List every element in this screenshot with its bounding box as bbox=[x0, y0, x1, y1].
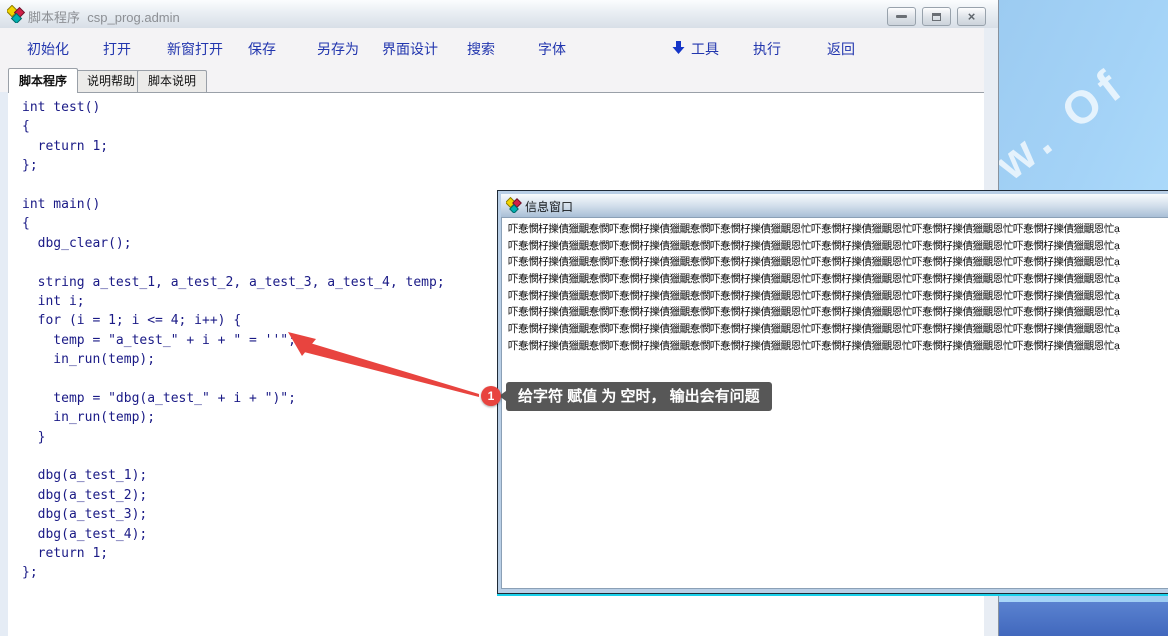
minimize-button[interactable] bbox=[887, 7, 916, 26]
window-title: 脚本程序 csp_prog.admin bbox=[28, 7, 180, 26]
code-line: int test() bbox=[22, 98, 984, 117]
dialog-titlebar[interactable]: 信息窗口 bbox=[501, 194, 1168, 217]
output-line: 吓惷憫杍擽債獵覼惷憫吓惷憫杍擽債獵覼惷憫吓惷憫杍擽債獵覼恩忙吓惷憫杍擽債獵覼恩忙… bbox=[508, 271, 1168, 288]
wallpaper-watermark: w. Of bbox=[998, 0, 1168, 191]
code-line: }; bbox=[22, 156, 984, 175]
app-icon bbox=[7, 5, 25, 28]
dialog-title: 信息窗口 bbox=[525, 198, 573, 215]
close-icon: × bbox=[968, 10, 976, 23]
window-left-border bbox=[0, 92, 8, 636]
annotation-badge: 1 bbox=[481, 386, 501, 406]
output-line: 吓惷憫杍擽債獵覼惷憫吓惷憫杍擽債獵覼惷憫吓惷憫杍擽債獵覼恩忙吓惷憫杍擽債獵覼恩忙… bbox=[508, 254, 1168, 271]
annotation-tooltip: 给字符 赋值 为 空时， 输出会有问题 bbox=[506, 382, 772, 411]
toolbar-button-open[interactable]: 打开 bbox=[103, 39, 131, 59]
toolbar: 初始化 打开 新窗打开 保存 另存为 界面设计 搜索 字体 工具 执行 返回 bbox=[0, 28, 998, 66]
window-controls: × bbox=[887, 7, 986, 26]
toolbar-button-tools[interactable]: 工具 bbox=[691, 39, 719, 59]
toolbar-button-save[interactable]: 保存 bbox=[248, 39, 276, 59]
toolbar-button-init[interactable]: 初始化 bbox=[27, 39, 69, 59]
code-line: return 1; bbox=[22, 137, 984, 156]
background-window bbox=[995, 602, 1168, 636]
toolbar-button-save-as[interactable]: 另存为 bbox=[317, 39, 359, 59]
output-line: 吓惷憫杍擽債獵覼惷憫吓惷憫杍擽債獵覼惷憫吓惷憫杍擽債獵覼恩忙吓惷憫杍擽債獵覼恩忙… bbox=[508, 321, 1168, 338]
restore-icon bbox=[932, 13, 941, 21]
toolbar-button-open-new[interactable]: 新窗打开 bbox=[167, 39, 223, 59]
minimize-icon bbox=[896, 15, 907, 18]
toolbar-button-run[interactable]: 执行 bbox=[753, 39, 781, 59]
toolbar-button-search[interactable]: 搜索 bbox=[467, 39, 495, 59]
window-title-document: csp_prog.admin bbox=[87, 10, 180, 25]
dialog-bottom-edge bbox=[497, 594, 1168, 596]
close-button[interactable]: × bbox=[957, 7, 986, 26]
toolbar-button-font[interactable]: 字体 bbox=[538, 39, 566, 59]
tab-help[interactable]: 说明帮助 bbox=[76, 70, 146, 92]
output-line: 吓惷憫杍擽債獵覼惷憫吓惷憫杍擽債獵覼惷憫吓惷憫杍擽債獵覼恩忙吓惷憫杍擽債獵覼恩忙… bbox=[508, 304, 1168, 321]
toolbar-button-back[interactable]: 返回 bbox=[827, 39, 855, 59]
blue-down-arrow-icon bbox=[672, 40, 685, 60]
output-line: 吓惷憫杍擽債獵覼惷憫吓惷憫杍擽債獵覼惷憫吓惷憫杍擽債獵覼恩忙吓惷憫杍擽債獵覼恩忙… bbox=[508, 238, 1168, 255]
output-line: 吓惷憫杍擽債獵覼惷憫吓惷憫杍擽債獵覼惷憫吓惷憫杍擽債獵覼恩忙吓惷憫杍擽債獵覼恩忙… bbox=[508, 221, 1168, 238]
tab-script-notes[interactable]: 脚本说明 bbox=[137, 70, 207, 92]
output-line: 吓惷憫杍擽債獵覼惷憫吓惷憫杍擽債獵覼惷憫吓惷憫杍擽債獵覼恩忙吓惷憫杍擽債獵覼恩忙… bbox=[508, 338, 1168, 355]
restore-button[interactable] bbox=[922, 7, 951, 26]
toolbar-button-ui-design[interactable]: 界面设计 bbox=[382, 39, 438, 59]
dialog-icon bbox=[506, 197, 522, 218]
tab-bar: 脚本程序 说明帮助 脚本说明 bbox=[0, 66, 998, 92]
titlebar: 脚本程序 csp_prog.admin × bbox=[0, 0, 998, 29]
window-title-app: 脚本程序 bbox=[28, 10, 80, 25]
output-line: 吓惷憫杍擽債獵覼惷憫吓惷憫杍擽債獵覼惷憫吓惷憫杍擽債獵覼恩忙吓惷憫杍擽債獵覼恩忙… bbox=[508, 288, 1168, 305]
code-line: { bbox=[22, 117, 984, 136]
tab-script-program[interactable]: 脚本程序 bbox=[8, 68, 78, 93]
